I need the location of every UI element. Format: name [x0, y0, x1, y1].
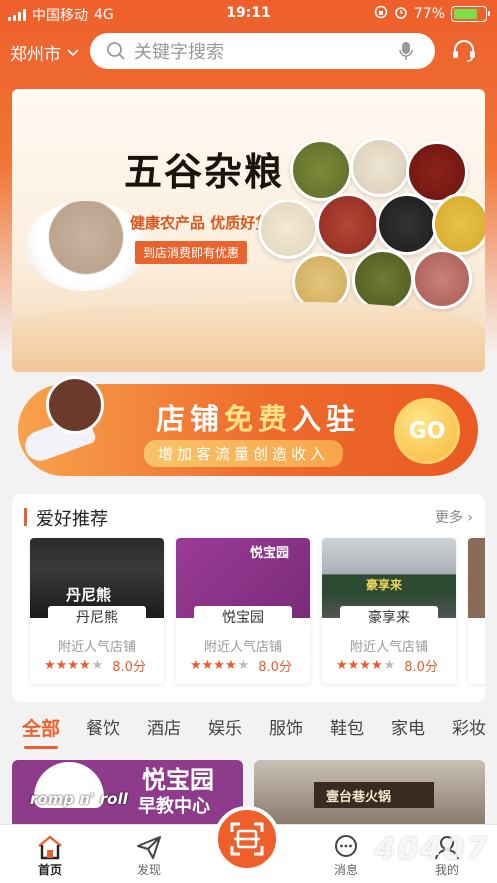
star-empty-icon: ★	[383, 658, 396, 673]
grain-image	[316, 193, 380, 257]
feed-sign-title: 壹台巷火锅	[326, 790, 392, 805]
chevron-down-icon	[67, 48, 79, 56]
category-tab[interactable]: 服饰	[269, 710, 303, 743]
watermark: 40407	[374, 832, 489, 867]
shop-card-partial[interactable]	[468, 538, 485, 684]
star-icon: ★★★★	[190, 658, 237, 673]
category-tabs: 全部 餐饮 酒店 娱乐 服饰 鞋包 家电 彩妆	[0, 710, 497, 749]
alarm-icon	[394, 5, 408, 23]
shop-name: 悦宝园	[194, 606, 292, 630]
grain-image	[258, 199, 318, 259]
star-icon: ★★★★	[44, 658, 91, 673]
promo-title-part: 入驻	[292, 402, 361, 436]
search-placeholder: 关键字搜索	[134, 42, 224, 63]
promo-title: 店铺免费入驻	[156, 396, 360, 438]
tab-discover[interactable]: 发现	[119, 833, 179, 878]
feed-sign-title: 悦宝园	[142, 766, 214, 794]
grain-image	[376, 193, 438, 255]
grain-image	[432, 193, 485, 255]
customer-service-icon[interactable]	[451, 38, 477, 64]
grain-image	[352, 249, 414, 311]
recommend-section: 爱好推荐 更多 › 丹尼熊 丹尼熊 附近人气店铺 ★★★★ ★ 8.0分 悦宝园 悦…	[12, 494, 485, 702]
more-link[interactable]: 更多 ›	[435, 507, 473, 527]
star-icon: ★★★★	[336, 658, 383, 673]
banner-tag: 到店消费即有优惠	[135, 241, 248, 264]
feed-brand: romp n' roll	[30, 790, 128, 808]
promo-title-part: 店铺	[156, 402, 225, 436]
category-tab[interactable]: 娱乐	[208, 710, 242, 743]
city-label: 郑州市	[10, 45, 61, 65]
shop-card[interactable]: 悦宝园 悦宝园 附近人气店铺 ★★★★ ★ 8.0分	[176, 538, 310, 684]
search-icon	[107, 42, 125, 60]
banner-wave	[12, 302, 485, 372]
grain-image	[412, 249, 472, 309]
banner-subtitle: 健康农产品 优质好货	[130, 214, 271, 232]
shop-rating: ★★★★ ★ 8.0分	[44, 656, 146, 675]
section-accent-bar	[24, 508, 27, 526]
tab-message[interactable]: 消息	[316, 833, 376, 878]
shop-sign: 豪享来	[366, 578, 403, 592]
more-label: 更多	[434, 510, 463, 526]
tab-home[interactable]: 首页	[20, 833, 80, 878]
lock-rotation-icon	[374, 5, 388, 23]
tab-label: 消息	[333, 863, 358, 877]
promo-subtitle: 增加客流量创造收入	[144, 440, 344, 467]
battery-icon	[451, 6, 490, 22]
grain-image	[350, 137, 410, 197]
category-tab[interactable]: 餐饮	[86, 710, 120, 743]
shop-sign: 丹尼熊	[66, 586, 112, 604]
category-tab[interactable]: 家电	[391, 710, 425, 743]
tab-label: 发现	[136, 863, 161, 877]
banner-title: 五谷杂粮	[124, 149, 285, 194]
shop-desc: 附近人气店铺	[57, 640, 136, 655]
status-bar: 中国移动 4G 19:11 77%	[0, 0, 497, 28]
shop-card[interactable]: 丹尼熊 丹尼熊 附近人气店铺 ★★★★ ★ 8.0分	[30, 538, 164, 684]
shop-name: 丹尼熊	[48, 606, 146, 630]
shop-score: 8.0分	[112, 660, 146, 675]
star-empty-icon: ★	[237, 658, 250, 673]
promo-title-highlight: 免费	[224, 402, 293, 436]
home-icon	[38, 835, 62, 860]
shop-rating: ★★★★ ★ 8.0分	[190, 656, 292, 675]
mascot-image	[46, 376, 104, 434]
microphone-icon[interactable]	[399, 41, 413, 61]
scan-icon	[230, 822, 264, 856]
star-empty-icon: ★	[91, 658, 104, 673]
banner-carousel[interactable]: 五谷杂粮 健康农产品 优质好货 到店消费即有优惠	[12, 89, 485, 372]
category-tab[interactable]: 彩妆	[452, 710, 486, 743]
scan-button[interactable]	[214, 806, 280, 872]
shop-desc: 附近人气店铺	[349, 640, 428, 655]
paper-plane-icon	[137, 836, 161, 859]
porridge-bowl-image	[26, 201, 146, 291]
city-selector[interactable]: 郑州市	[10, 40, 79, 65]
feed-sign-sub: 早教中心	[138, 796, 210, 817]
category-tab-all[interactable]: 全部	[22, 710, 60, 749]
shop-sign: 悦宝园	[250, 546, 290, 561]
chat-bubble-icon	[335, 835, 357, 857]
search-input[interactable]: 关键字搜索	[90, 33, 435, 69]
category-tab[interactable]: 酒店	[147, 710, 181, 743]
shop-score: 8.0分	[404, 660, 438, 675]
grain-image	[290, 139, 352, 201]
battery-percent: 77%	[413, 6, 445, 22]
header: 郑州市 关键字搜索	[0, 33, 497, 69]
shop-card[interactable]: 豪享来 豪享来 附近人气店铺 ★★★★ ★ 8.0分	[322, 538, 456, 684]
tab-label: 首页	[37, 863, 62, 877]
go-button[interactable]: GO	[394, 398, 460, 464]
shop-desc: 附近人气店铺	[203, 640, 282, 655]
shop-rating: ★★★★ ★ 8.0分	[336, 656, 438, 675]
shop-score: 8.0分	[258, 660, 292, 675]
shop-image	[468, 538, 485, 618]
store-join-banner[interactable]: 店铺免费入驻 增加客流量创造收入 GO	[18, 376, 478, 476]
shop-name: 豪享来	[340, 606, 438, 630]
section-title: 爱好推荐	[36, 509, 108, 530]
chevron-right-icon: ›	[467, 510, 473, 526]
category-tab[interactable]: 鞋包	[330, 710, 364, 743]
